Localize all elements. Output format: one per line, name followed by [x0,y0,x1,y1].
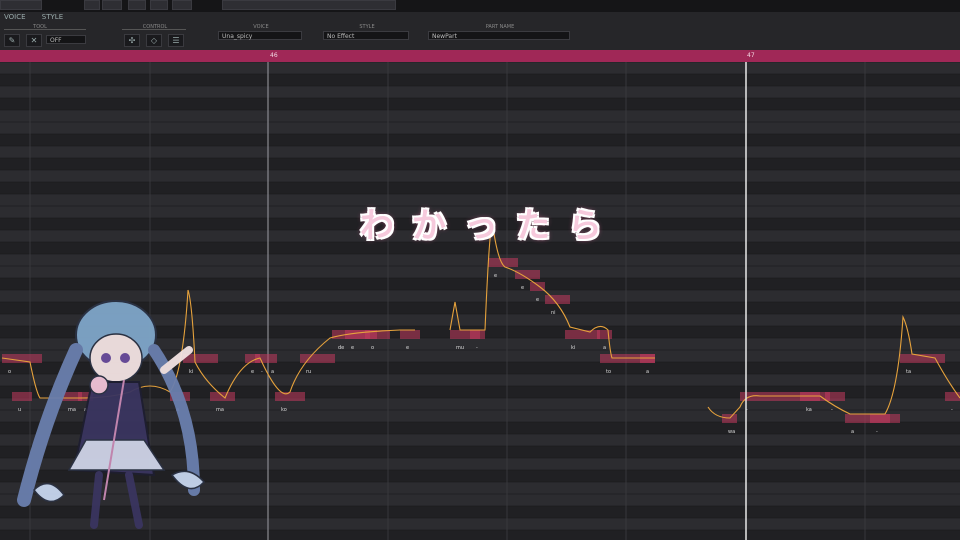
key-row [0,266,960,278]
time-display [222,0,396,10]
note-lyric: ka [806,407,812,413]
control-icon-2[interactable]: ◇ [146,34,162,47]
control-icon-1[interactable]: ✣ [124,34,140,47]
style-label: STYLE [359,24,375,30]
part-name-field[interactable]: NewPart [428,31,570,40]
key-row [0,146,960,158]
note-lyric: e [251,369,254,375]
transport-button[interactable] [102,0,122,10]
note-lyric: to [606,369,611,375]
key-row [0,122,960,134]
character-illustration [17,300,206,529]
key-row [0,110,960,122]
eraser-tool-icon[interactable]: ✕ [26,34,42,47]
note-block[interactable] [300,354,335,363]
transport-button[interactable] [150,0,168,10]
part-name-label: PART NAME [485,24,515,30]
transport-button[interactable] [84,0,100,10]
bar-number: 46 [270,52,278,59]
note-lyric: e [536,297,539,303]
note-lyric: a [646,369,649,375]
transport-button[interactable] [0,0,42,10]
transport-button[interactable] [128,0,146,10]
note-block[interactable] [400,330,420,339]
note-lyric: - [951,407,953,413]
style-field[interactable]: No Effect [323,31,409,40]
key-row [0,254,960,266]
note-block[interactable] [565,330,600,339]
key-row [0,74,960,86]
note-block[interactable] [825,392,845,401]
panel-tabs: VOICE STYLE [4,13,77,21]
tab-style[interactable]: STYLE [42,13,63,21]
control-icon-3[interactable]: ☰ [168,34,184,47]
note-lyric: e [521,285,524,291]
note-lyric: ta [906,369,911,375]
note-lyric: - [476,345,478,351]
key-row [0,134,960,146]
note-lyric: e [351,345,354,351]
note-lyric: - [261,369,263,375]
note-lyric: e [494,273,497,279]
key-row [0,170,960,182]
note-block[interactable] [545,295,570,304]
note-block[interactable] [470,330,485,339]
note-block[interactable] [870,414,890,423]
lyric-overlay: わかったら [360,206,620,246]
parameter-panel: VOICE STYLE TOOL ✎ ✕ OFF CONTROL ✣ ◇ ☰ V… [0,12,960,51]
note-lyric: o [371,345,374,351]
note-lyric: a [271,369,274,375]
note-lyric: - [876,429,878,435]
key-row [0,98,960,110]
transport-button[interactable] [172,0,192,10]
divider [4,29,86,30]
note-block[interactable] [265,354,277,363]
note-block[interactable] [945,392,960,401]
note-lyric: e [406,345,409,351]
note-lyric: wa [728,429,735,435]
note-lyric: ki [571,345,575,351]
top-strip [0,0,960,12]
note-lyric: a [851,429,854,435]
note-block[interactable] [275,392,305,401]
key-row [0,62,960,74]
note-block[interactable] [597,330,612,339]
timeline-ruler[interactable] [0,50,960,62]
note-lyric: mu [456,345,464,351]
note-lyric: ru [306,369,311,375]
voice-field[interactable]: Una_spicy [218,31,302,40]
note-lyric: ni [551,310,556,316]
note-lyric: ko [281,407,287,413]
key-row [0,158,960,170]
note-lyric: a [603,345,606,351]
divider [122,29,186,30]
pencil-tool-icon[interactable]: ✎ [4,34,20,47]
key-row [0,278,960,290]
key-row [0,182,960,194]
tab-voice[interactable]: VOICE [4,13,26,21]
tool-dropdown[interactable]: OFF [46,35,86,44]
note-lyric: de [338,345,344,351]
key-row [0,86,960,98]
voice-label: VOICE [253,24,269,30]
note-lyric: - [831,407,833,413]
note-lyric: - [746,407,748,413]
bar-number: 47 [747,52,755,59]
